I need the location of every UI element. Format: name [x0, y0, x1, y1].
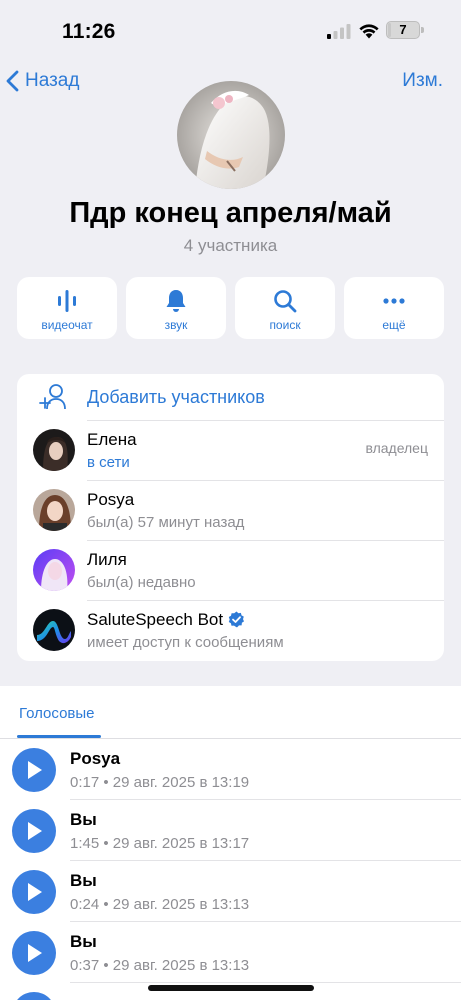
- avatar: [33, 489, 75, 531]
- back-button[interactable]: Назад: [6, 66, 79, 96]
- battery-icon: 7: [386, 21, 420, 39]
- member-status: был(а) 57 минут назад: [87, 513, 245, 531]
- voice-message-item[interactable]: Вы 1:45 • 29 авг. 2025 в 13:17: [0, 800, 461, 861]
- group-avatar[interactable]: [177, 81, 285, 189]
- voice-message-item[interactable]: Вы 0:24 • 29 авг. 2025 в 13:13: [0, 861, 461, 922]
- play-icon: [28, 821, 42, 840]
- voice-chat-label: видеочат: [41, 318, 93, 332]
- add-members-label: Добавить участников: [87, 386, 265, 407]
- voice-sender: Вы: [70, 809, 97, 829]
- member-name: Лиля: [87, 549, 127, 569]
- play-button[interactable]: [12, 747, 56, 792]
- action-bar: видеочат звук поиск ещё: [17, 277, 444, 339]
- voice-meta: 0:37 • 29 авг. 2025 в 13:13: [70, 956, 250, 974]
- search-icon: [274, 290, 297, 313]
- voice-message-item[interactable]: Posya 0:17 • 29 авг. 2025 в 13:19: [0, 739, 461, 800]
- bell-icon: [166, 290, 186, 312]
- battery-level: 7: [399, 22, 407, 37]
- member-row-salutespeech-bot[interactable]: SaluteSpeech Bot имеет доступ к сообщени…: [17, 600, 444, 660]
- voice-chat-button[interactable]: видеочат: [17, 277, 117, 339]
- add-members-button[interactable]: Добавить участников: [17, 374, 444, 420]
- verified-icon: [228, 611, 245, 628]
- member-row-posya[interactable]: Posya был(а) 57 минут назад: [17, 480, 444, 540]
- voice-sender: Вы: [70, 870, 97, 890]
- status-time: 11:26: [62, 20, 116, 43]
- avatar: [33, 609, 75, 651]
- voice-chat-icon: [58, 290, 76, 312]
- back-label: Назад: [25, 70, 80, 91]
- sound-label: звук: [164, 318, 188, 332]
- edit-button[interactable]: Изм.: [402, 70, 443, 92]
- play-button[interactable]: [12, 869, 56, 914]
- member-status: имеет доступ к сообщениям: [87, 633, 284, 651]
- chevron-left-icon: [6, 70, 19, 92]
- wifi-icon: [359, 24, 379, 39]
- members-card: Добавить участников Елена в сети владеле…: [17, 374, 444, 661]
- owner-badge: владелец: [365, 440, 428, 456]
- play-icon: [28, 760, 42, 779]
- voice-sender: Posya: [70, 748, 121, 768]
- member-status: был(а) недавно: [87, 573, 196, 591]
- voice-meta: 0:24 • 29 авг. 2025 в 13:13: [70, 895, 250, 913]
- cellular-signal-icon: [327, 24, 351, 39]
- more-button[interactable]: ещё: [344, 277, 444, 339]
- group-title: Пдр конец апреля/май: [69, 197, 392, 229]
- voice-sender: Вы: [70, 931, 97, 951]
- tab-voice-messages[interactable]: Голосовые: [19, 705, 95, 722]
- add-user-icon: [39, 384, 66, 410]
- play-icon: [28, 882, 42, 901]
- play-button[interactable]: [12, 991, 56, 1000]
- member-name: Posya: [87, 489, 135, 509]
- sound-button[interactable]: звук: [126, 277, 226, 339]
- more-icon: [383, 298, 405, 304]
- member-name: SaluteSpeech Bot: [87, 609, 224, 629]
- play-icon: [28, 943, 42, 962]
- voice-messages-panel: Голосовые Posya 0:17 • 29 авг. 2025 в 13…: [0, 686, 461, 1000]
- avatar: [33, 429, 75, 471]
- avatar: [33, 549, 75, 591]
- home-indicator: [148, 985, 314, 991]
- member-row-lilya[interactable]: Лиля был(а) недавно: [17, 540, 444, 600]
- status-bar: 11:26 7: [0, 0, 461, 60]
- voice-meta: 0:17 • 29 авг. 2025 в 13:19: [70, 773, 250, 791]
- tab-active-indicator: [17, 735, 101, 738]
- member-status: в сети: [87, 453, 130, 471]
- more-label: ещё: [382, 318, 406, 332]
- search-button[interactable]: поиск: [235, 277, 335, 339]
- voice-meta: 1:45 • 29 авг. 2025 в 13:17: [70, 834, 250, 852]
- member-row-elena[interactable]: Елена в сети владелец: [17, 420, 444, 480]
- group-member-count: 4 участника: [183, 236, 278, 255]
- voice-message-item[interactable]: Вы 0:37 • 29 авг. 2025 в 13:13: [0, 922, 461, 983]
- play-button[interactable]: [12, 930, 56, 975]
- media-tabs: Голосовые: [0, 686, 461, 739]
- member-name: Елена: [87, 429, 137, 449]
- search-label: поиск: [269, 318, 301, 332]
- play-button[interactable]: [12, 808, 56, 853]
